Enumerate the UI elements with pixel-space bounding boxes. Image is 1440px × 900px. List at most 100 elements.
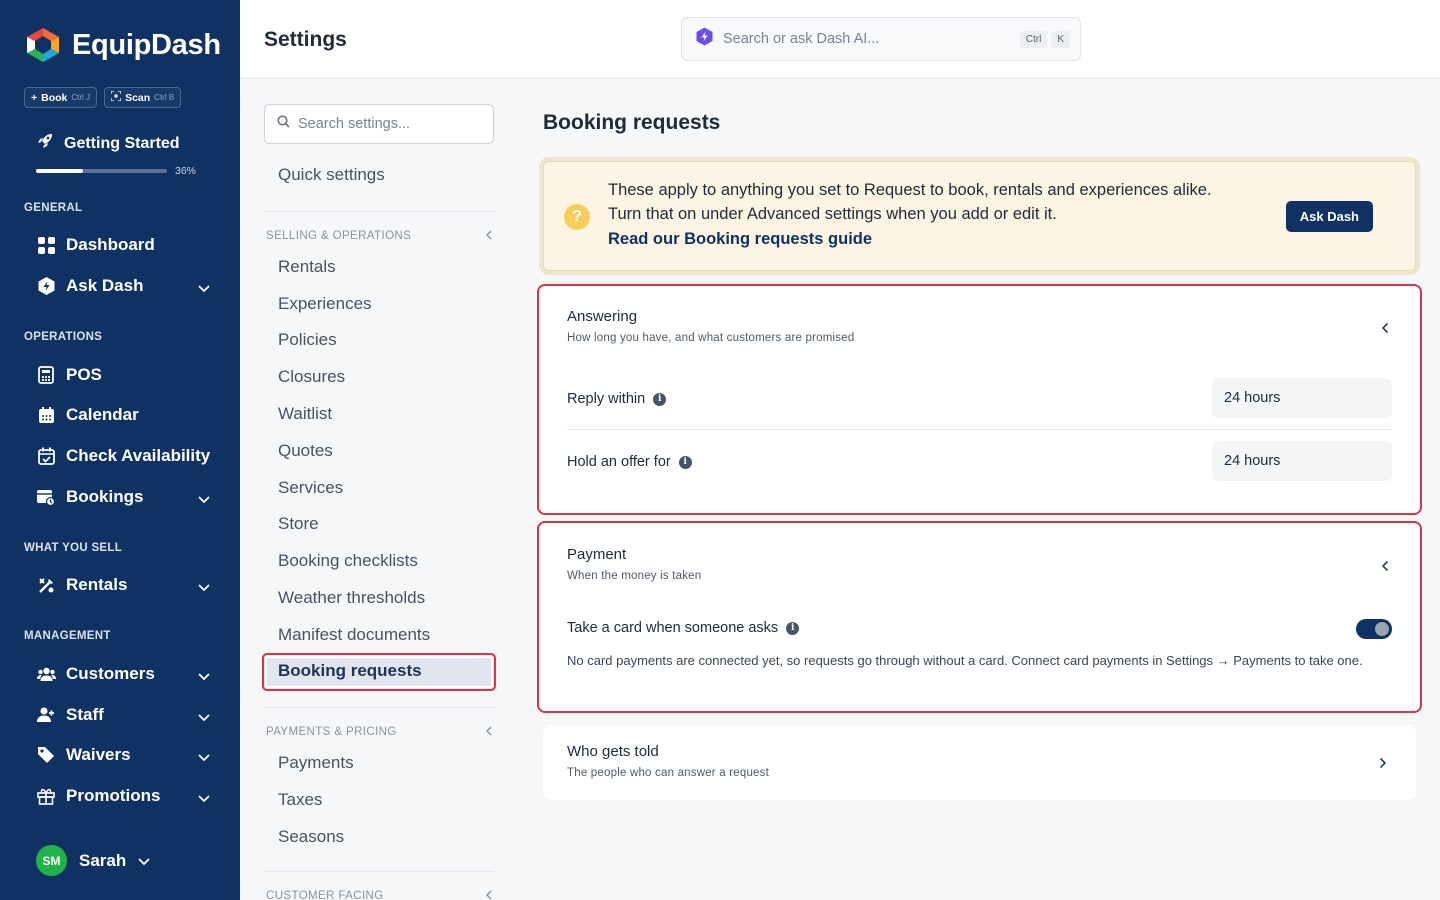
quick-actions: + Book Ctrl J Scan Ctrl B bbox=[24, 87, 182, 108]
section-title: Booking requests bbox=[543, 111, 721, 134]
question-icon: ? bbox=[564, 204, 590, 230]
sidebar-item-label: Promotions bbox=[66, 786, 161, 805]
sidebar-item-waivers[interactable]: Waivers bbox=[36, 739, 216, 771]
hold-offer-select[interactable]: 24 hours bbox=[1212, 441, 1392, 481]
settings-item-quick-settings[interactable]: Quick settings bbox=[278, 165, 385, 185]
settings-item-policies[interactable]: Policies bbox=[278, 330, 337, 350]
nav-section-what-you-sell: WHAT YOU SELL bbox=[24, 542, 123, 554]
sidebar-item-label: Calendar bbox=[66, 405, 139, 424]
settings-item-booking-requests-label: Booking requests bbox=[278, 661, 422, 680]
reply-within-row: Reply within i bbox=[567, 391, 667, 407]
getting-started-progress bbox=[36, 169, 167, 173]
scan-icon bbox=[110, 90, 122, 104]
who-gets-told-subtitle: The people who can answer a request bbox=[567, 767, 769, 779]
payment-subtitle: When the money is taken bbox=[567, 570, 702, 582]
shortcut-key-k: K bbox=[1051, 30, 1070, 48]
user-menu[interactable]: SM Sarah bbox=[36, 845, 150, 876]
nav-section-general: GENERAL bbox=[24, 202, 83, 214]
settings-item-booking-checklists[interactable]: Booking checklists bbox=[278, 551, 418, 571]
hold-offer-label: Hold an offer for bbox=[567, 454, 671, 470]
chevron-left-icon bbox=[486, 726, 492, 739]
divider bbox=[567, 429, 1392, 430]
settings-item-services[interactable]: Services bbox=[278, 478, 343, 498]
nav-section-operations: OPERATIONS bbox=[24, 331, 103, 343]
settings-item-closures[interactable]: Closures bbox=[278, 367, 345, 387]
hold-offer-row: Hold an offer for i bbox=[567, 454, 692, 470]
sidebar-item-rentals[interactable]: Rentals bbox=[36, 569, 216, 601]
chevron-left-icon[interactable] bbox=[1378, 559, 1392, 573]
sidebar-item-check-availability[interactable]: Check Availability bbox=[36, 440, 216, 472]
take-card-label: Take a card when someone asks bbox=[567, 620, 779, 636]
reply-within-select[interactable]: 24 hours bbox=[1212, 378, 1392, 418]
page-title: Settings bbox=[264, 28, 347, 51]
sidebar-item-customers[interactable]: Customers bbox=[36, 658, 216, 690]
settings-item-store[interactable]: Store bbox=[278, 514, 319, 534]
settings-item-payments[interactable]: Payments bbox=[278, 753, 354, 773]
sidebar: EquipDash + Book Ctrl J Scan Ctrl B Gett… bbox=[0, 0, 240, 900]
chevron-left-icon[interactable] bbox=[1378, 321, 1392, 335]
getting-started[interactable]: Getting Started 36% bbox=[36, 132, 216, 177]
gift-icon bbox=[36, 786, 56, 806]
divider bbox=[264, 211, 494, 212]
settings-section-customer-facing[interactable]: CUSTOMER FACING bbox=[266, 890, 492, 900]
global-search[interactable]: Ctrl K bbox=[681, 17, 1081, 61]
user-name: Sarah bbox=[79, 850, 127, 870]
who-gets-told-title: Who gets told bbox=[567, 743, 659, 760]
sidebar-item-bookings[interactable]: Bookings bbox=[36, 481, 216, 513]
sidebar-item-label: Waivers bbox=[66, 745, 131, 764]
getting-started-label: Getting Started bbox=[64, 134, 180, 152]
avatar: SM bbox=[36, 845, 67, 876]
sidebar-item-label: Rentals bbox=[66, 575, 128, 594]
app-name: EquipDash bbox=[72, 28, 221, 61]
sidebar-item-ask-dash[interactable]: Ask Dash bbox=[36, 270, 216, 302]
settings-item-seasons[interactable]: Seasons bbox=[278, 827, 344, 847]
book-shortcut: Ctrl J bbox=[71, 93, 91, 102]
receipt-icon bbox=[36, 365, 56, 385]
bookings-icon bbox=[36, 487, 56, 507]
booking-requests-guide-link[interactable]: Read our Booking requests guide bbox=[608, 230, 872, 249]
settings-section-payments[interactable]: PAYMENTS & PRICING bbox=[266, 726, 492, 739]
book-button[interactable]: + Book Ctrl J bbox=[24, 87, 98, 108]
calendar-icon bbox=[36, 405, 56, 425]
answering-title: Answering bbox=[567, 308, 638, 325]
who-gets-told-card[interactable]: Who gets told The people who can answer … bbox=[543, 725, 1416, 800]
chevron-down-icon bbox=[138, 851, 150, 871]
info-icon[interactable]: i bbox=[653, 392, 667, 406]
settings-item-taxes[interactable]: Taxes bbox=[278, 790, 322, 810]
settings-item-rentals[interactable]: Rentals bbox=[278, 257, 336, 277]
sidebar-item-calendar[interactable]: Calendar bbox=[36, 399, 216, 431]
payment-title: Payment bbox=[567, 546, 627, 563]
sidebar-item-label: Check Availability bbox=[66, 446, 211, 465]
global-search-input[interactable] bbox=[723, 31, 1016, 47]
payment-note: No card payments are connected yet, so r… bbox=[567, 653, 1363, 668]
getting-started-progress-fill bbox=[36, 169, 84, 173]
ask-dash-button[interactable]: Ask Dash bbox=[1285, 201, 1373, 232]
users-icon bbox=[36, 664, 56, 684]
settings-item-waitlist[interactable]: Waitlist bbox=[278, 404, 332, 424]
settings-item-weather-thresholds[interactable]: Weather thresholds bbox=[278, 588, 425, 608]
answering-subtitle: How long you have, and what customers ar… bbox=[567, 332, 855, 344]
scan-button[interactable]: Scan Ctrl B bbox=[104, 87, 182, 108]
scan-label: Scan bbox=[125, 91, 151, 104]
take-card-toggle[interactable] bbox=[1356, 619, 1392, 639]
rocket-icon bbox=[36, 132, 54, 155]
app-logo[interactable]: EquipDash bbox=[24, 26, 221, 64]
sidebar-item-staff[interactable]: Staff bbox=[36, 699, 216, 731]
settings-section-selling[interactable]: SELLING & OPERATIONS bbox=[266, 230, 492, 243]
sidebar-item-dashboard[interactable]: Dashboard bbox=[36, 229, 216, 261]
settings-search[interactable] bbox=[264, 104, 494, 144]
take-card-row: Take a card when someone asks i bbox=[567, 620, 800, 636]
info-icon[interactable]: i bbox=[786, 621, 800, 635]
chevron-right-icon[interactable] bbox=[1376, 756, 1390, 770]
sidebar-item-label: Dashboard bbox=[66, 235, 155, 254]
sidebar-item-pos[interactable]: POS bbox=[36, 359, 216, 391]
settings-item-manifest-documents[interactable]: Manifest documents bbox=[278, 625, 430, 645]
tag-icon bbox=[36, 745, 56, 765]
sidebar-item-promotions[interactable]: Promotions bbox=[36, 780, 216, 812]
settings-item-quotes[interactable]: Quotes bbox=[278, 441, 333, 461]
callout-line-1: These apply to anything you set to Reque… bbox=[608, 181, 1212, 199]
settings-item-experiences[interactable]: Experiences bbox=[278, 294, 372, 314]
chevron-down-icon bbox=[198, 747, 210, 767]
info-icon[interactable]: i bbox=[678, 455, 692, 469]
settings-search-input[interactable] bbox=[298, 116, 478, 132]
